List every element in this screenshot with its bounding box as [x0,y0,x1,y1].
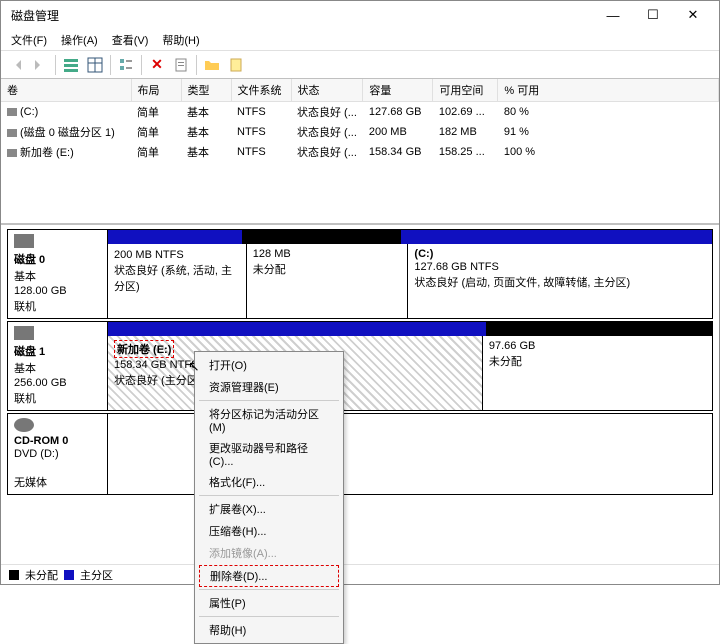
ctx-properties[interactable]: 属性(P) [195,592,343,614]
legend: 未分配 主分区 [1,564,719,584]
volume-table[interactable]: 卷 布局 类型 文件系统 状态 容量 可用空间 % 可用 (C:)简单基本NTF… [1,79,719,162]
ctx-help[interactable]: 帮助(H) [195,619,343,641]
part-size: 200 MB NTFS [114,249,240,261]
ctx-change-letter[interactable]: 更改驱动器号和路径(C)... [195,437,343,471]
window-title: 磁盘管理 [7,7,593,24]
menu-file[interactable]: 文件(F) [11,32,47,48]
col-free[interactable]: 可用空间 [433,79,498,102]
disk-map-pane: 磁盘 0 基本 128.00 GB 联机 200 MB NTFS 状态良好 (系… [1,224,719,564]
ctx-mark-active[interactable]: 将分区标记为活动分区(M) [195,403,343,437]
action-menu-button[interactable] [60,54,82,76]
ctx-mirror: 添加镜像(A)... [195,542,343,564]
context-menu: 打开(O) 资源管理器(E) 将分区标记为活动分区(M) 更改驱动器号和路径(C… [194,351,344,644]
col-fs[interactable]: 文件系统 [231,79,291,102]
col-pct[interactable]: % 可用 [498,79,719,102]
disk-state: 联机 [14,298,101,314]
partition-disk0-2[interactable]: 128 MB 未分配 [246,244,408,318]
ctx-shrink[interactable]: 压缩卷(H)... [195,520,343,542]
properties-button[interactable] [170,54,192,76]
ctx-extend[interactable]: 扩展卷(X)... [195,498,343,520]
ctx-explorer[interactable]: 资源管理器(E) [195,376,343,398]
cdrom-state: 无媒体 [14,474,101,490]
settings-button[interactable] [115,54,137,76]
table-row[interactable]: 新加卷 (E:)简单基本NTFS状态良好 (...158.34 GB158.25… [1,142,719,162]
cdrom-label: CD-ROM 0 DVD (D:) 无媒体 [8,414,108,494]
part-status: 状态良好 (系统, 活动, 主分区) [114,262,240,294]
help-button[interactable] [225,54,247,76]
maximize-button[interactable]: ☐ [633,2,673,28]
part-name: (C:) [414,248,706,260]
legend-unalloc: 未分配 [25,567,58,583]
volume-icon [7,108,17,116]
cdrom-type: DVD (D:) [14,448,101,460]
disk-type: 基本 [14,360,101,376]
folder-icon [204,57,220,73]
col-type[interactable]: 类型 [181,79,231,102]
x-icon: ✕ [151,56,163,73]
disk-size: 256.00 GB [14,377,101,389]
ctx-delete[interactable]: 删除卷(D)... [199,565,339,587]
table-row[interactable]: (C:)简单基本NTFS状态良好 (...127.68 GB102.69 ...… [1,102,719,123]
disk-row-1[interactable]: 磁盘 1 基本 256.00 GB 联机 新加卷 (E:) 158.34 GB … [7,321,713,411]
col-capacity[interactable]: 容量 [363,79,433,102]
part-size: 127.68 GB NTFS [414,261,706,273]
window-controls: — ☐ ✕ [593,2,713,28]
folder-button[interactable] [201,54,223,76]
toolbar: ✕ [1,51,719,79]
menu-bar: 文件(F) 操作(A) 查看(V) 帮助(H) [1,29,719,51]
menu-view[interactable]: 查看(V) [112,32,149,48]
ctx-open[interactable]: 打开(O) [195,354,343,376]
cdrom-name: CD-ROM 0 [14,435,101,447]
menu-action[interactable]: 操作(A) [61,32,98,48]
cdrom-row[interactable]: CD-ROM 0 DVD (D:) 无媒体 [7,413,713,495]
legend-swatch-unalloc [9,570,19,580]
part-status: 未分配 [253,261,402,277]
legend-primary: 主分区 [80,567,113,583]
back-button[interactable] [5,54,27,76]
properties-icon [173,57,189,73]
disk-name: 磁盘 1 [14,343,101,359]
part-size: 97.66 GB [489,340,706,352]
delete-button[interactable]: ✕ [146,54,168,76]
volume-list-pane: 卷 布局 类型 文件系统 状态 容量 可用空间 % 可用 (C:)简单基本NTF… [1,79,719,224]
disk-size: 128.00 GB [14,285,101,297]
part-status: 未分配 [489,353,706,369]
title-bar: 磁盘管理 — ☐ ✕ [1,1,719,29]
disk-row-0[interactable]: 磁盘 0 基本 128.00 GB 联机 200 MB NTFS 状态良好 (系… [7,229,713,319]
menu-help[interactable]: 帮助(H) [162,32,199,48]
cdrom-icon [14,418,34,432]
col-volume[interactable]: 卷 [1,79,131,102]
checklist-icon [118,57,134,73]
disk-icon [14,234,34,248]
table-row[interactable]: (磁盘 0 磁盘分区 1)简单基本NTFS状态良好 (...200 MB182 … [1,122,719,142]
disk-name: 磁盘 0 [14,251,101,267]
list-icon [63,57,79,73]
volume-icon [7,129,17,137]
volume-icon [7,149,17,157]
close-button[interactable]: ✕ [673,2,713,28]
part-name: 新加卷 (E:) [114,340,174,358]
disk-label-0: 磁盘 0 基本 128.00 GB 联机 [8,230,108,318]
refresh-button[interactable] [84,54,106,76]
ctx-format[interactable]: 格式化(F)... [195,471,343,493]
disk-type: 基本 [14,268,101,284]
note-icon [228,57,244,73]
forward-button[interactable] [29,54,51,76]
disk-state: 联机 [14,390,101,406]
table-icon [87,57,103,73]
partition-disk0-3[interactable]: (C:) 127.68 GB NTFS 状态良好 (启动, 页面文件, 故障转储… [407,244,712,318]
col-layout[interactable]: 布局 [131,79,181,102]
disk-icon [14,326,34,340]
partition-disk1-2[interactable]: 97.66 GB 未分配 [482,336,712,410]
part-size: 128 MB [253,248,402,260]
partition-disk0-1[interactable]: 200 MB NTFS 状态良好 (系统, 活动, 主分区) [108,244,246,318]
minimize-button[interactable]: — [593,2,633,28]
legend-swatch-primary [64,570,74,580]
part-status: 状态良好 (启动, 页面文件, 故障转储, 主分区) [414,274,706,290]
disk-label-1: 磁盘 1 基本 256.00 GB 联机 [8,322,108,410]
col-status[interactable]: 状态 [291,79,363,102]
